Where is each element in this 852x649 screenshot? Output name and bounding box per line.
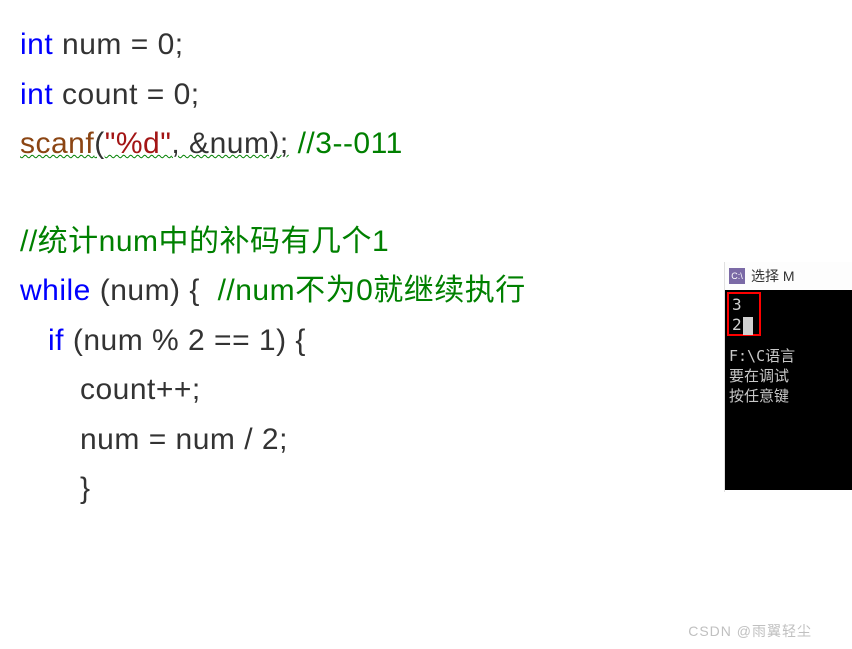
keyword-while: while [20, 274, 91, 307]
comment: //统计num中的补码有几个1 [20, 225, 389, 258]
code-text: count++; [80, 373, 201, 406]
code-text: (num % 2 == 1) { [64, 324, 306, 357]
console-output-2-text: 2 [732, 315, 742, 334]
highlight-box: 3 2 [727, 292, 761, 336]
code-text: } [80, 472, 91, 505]
string-literal: "%d" [105, 127, 172, 160]
blank-line [20, 169, 852, 217]
function-scanf: scanf [20, 127, 94, 160]
cursor-icon [743, 317, 753, 335]
watermark: CSDN @雨翼轻尘 [688, 621, 812, 641]
comment: //3--011 [289, 127, 403, 160]
code-line-2: int count = 0; [20, 70, 852, 120]
console-text-2: 要在调试 [729, 366, 848, 386]
console-body: 3 2 F:\C语言 要在调试 按任意键 [725, 290, 852, 490]
keyword-int: int [20, 78, 53, 111]
console-output-2: 2 [732, 315, 756, 335]
code-text: (num) { [91, 274, 218, 307]
console-icon: C:\ [729, 268, 745, 284]
console-title: 选择 M [751, 266, 795, 286]
code-text: num = 0; [53, 28, 183, 61]
comment: //num不为0就继续执行 [218, 274, 526, 307]
code-line-1: int num = 0; [20, 20, 852, 70]
keyword-if: if [48, 324, 64, 357]
console-output-1: 3 [732, 295, 756, 315]
console-text-3: 按任意键 [729, 386, 848, 406]
code-line-3: scanf("%d", &num); //3--011 [20, 119, 852, 169]
console-text-1: F:\C语言 [729, 346, 848, 366]
paren-open: ( [94, 127, 105, 160]
console-window: C:\ 选择 M 3 2 F:\C语言 要在调试 按任意键 [724, 262, 852, 492]
console-title-bar: C:\ 选择 M [725, 262, 852, 290]
args-rest: , &num); [171, 127, 288, 160]
code-text: count = 0; [53, 78, 199, 111]
keyword-int: int [20, 28, 53, 61]
console-message: F:\C语言 要在调试 按任意键 [729, 346, 848, 406]
code-line-4: //统计num中的补码有几个1 [20, 217, 852, 267]
code-text: num = num / 2; [80, 423, 288, 456]
